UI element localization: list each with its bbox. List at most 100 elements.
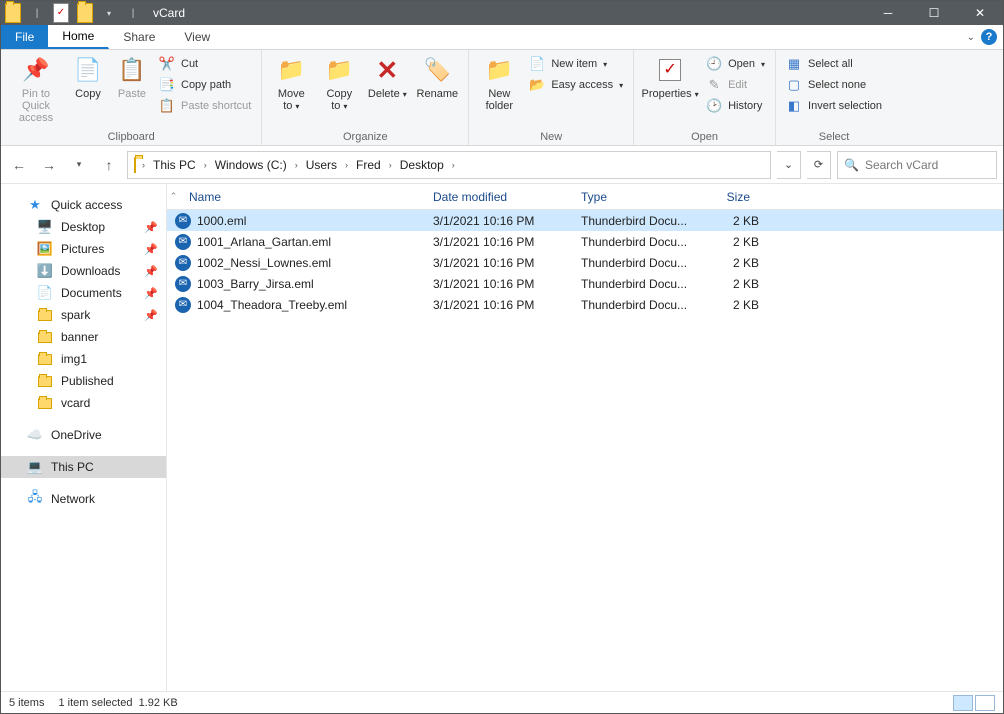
nav-documents[interactable]: 📄Documents📌 xyxy=(1,282,166,304)
file-date: 3/1/2021 10:16 PM xyxy=(433,256,581,270)
properties-button[interactable]: ✓ Properties▾ xyxy=(640,52,700,102)
chev-0[interactable]: › xyxy=(202,160,209,170)
search-input[interactable]: 🔍 Search vCard xyxy=(837,151,997,179)
help-button[interactable]: ? xyxy=(981,29,997,45)
maximize-button[interactable]: ☐ xyxy=(911,1,957,25)
minimize-button[interactable]: ─ xyxy=(865,1,911,25)
paste-shortcut-button[interactable]: 📋Paste shortcut xyxy=(155,96,255,116)
tab-home[interactable]: Home xyxy=(48,25,109,49)
tab-file[interactable]: File xyxy=(1,25,48,49)
nav-thispc[interactable]: 💻This PC xyxy=(1,456,166,478)
nav-banner[interactable]: banner xyxy=(1,326,166,348)
edit-button[interactable]: ✎Edit xyxy=(702,75,769,95)
nav-network[interactable]: 🖧Network xyxy=(1,488,166,510)
root-chevron[interactable]: › xyxy=(140,160,147,170)
downloads-icon: ⬇️ xyxy=(37,263,53,279)
nav-banner-label: banner xyxy=(61,330,98,344)
new-folder-button[interactable]: 📁 New folder xyxy=(475,52,523,114)
pin-icon: 📌 xyxy=(20,54,52,86)
address-dropdown[interactable]: ⌄ xyxy=(777,151,801,179)
delete-label: Delete▾ xyxy=(368,88,407,100)
paste-button[interactable]: 📋 Paste xyxy=(111,52,153,102)
file-row[interactable]: ✉1000.eml3/1/2021 10:16 PMThunderbird Do… xyxy=(167,210,1003,231)
tab-share[interactable]: Share xyxy=(109,25,170,49)
nav-published[interactable]: Published xyxy=(1,370,166,392)
new-folder-icon: 📁 xyxy=(483,54,515,86)
crumb-drive[interactable]: Windows (C:) xyxy=(209,152,293,178)
close-button[interactable]: ✕ xyxy=(957,1,1003,25)
open-group-label: Open xyxy=(634,130,775,145)
tab-view[interactable]: View xyxy=(170,25,225,49)
paste-shortcut-icon: 📋 xyxy=(159,98,175,114)
cut-button[interactable]: ✂️Cut xyxy=(155,54,255,74)
recent-caret[interactable]: ▾ xyxy=(67,153,91,177)
pin-to-quick-access-button[interactable]: 📌 Pin to Quick access xyxy=(7,52,65,126)
crumb-thispc[interactable]: This PC xyxy=(147,152,202,178)
collapse-ribbon-caret[interactable]: ⌄ xyxy=(967,32,975,43)
new-item-button[interactable]: 📄New item ▾ xyxy=(525,54,627,74)
nav-desktop[interactable]: 🖥️Desktop📌 xyxy=(1,216,166,238)
ribbon-group-clipboard: 📌 Pin to Quick access 📄 Copy 📋 Paste ✂️C… xyxy=(1,50,262,145)
nav-spark[interactable]: spark📌 xyxy=(1,304,166,326)
crumb-desktop[interactable]: Desktop xyxy=(394,152,450,178)
file-date: 3/1/2021 10:16 PM xyxy=(433,235,581,249)
file-type: Thunderbird Docu... xyxy=(581,298,697,312)
copy-path-icon: 📑 xyxy=(159,77,175,93)
move-to-button[interactable]: 📁 Move to▾ xyxy=(268,52,314,114)
chev-3[interactable]: › xyxy=(387,160,394,170)
up-button[interactable]: ↑ xyxy=(97,153,121,177)
chev-1[interactable]: › xyxy=(293,160,300,170)
large-icons-view-button[interactable] xyxy=(975,695,995,711)
copy-path-button[interactable]: 📑Copy path xyxy=(155,75,255,95)
qat-newfolder-icon[interactable] xyxy=(75,3,95,23)
nav-vcard[interactable]: vcard xyxy=(1,392,166,414)
select-all-button[interactable]: ▦Select all xyxy=(782,54,886,74)
ribbon: 📌 Pin to Quick access 📄 Copy 📋 Paste ✂️C… xyxy=(1,50,1003,146)
refresh-button[interactable]: ⟳ xyxy=(807,151,831,179)
crumb-users[interactable]: Users xyxy=(300,152,343,178)
address-bar[interactable]: › This PC› Windows (C:)› Users› Fred› De… xyxy=(127,151,771,179)
qat-properties-checkbox[interactable]: ✓ xyxy=(51,3,71,23)
delete-button[interactable]: ✕ Delete▾ xyxy=(364,52,410,102)
file-type: Thunderbird Docu... xyxy=(581,256,697,270)
crumb-fred[interactable]: Fred xyxy=(350,152,387,178)
rename-button[interactable]: 🏷️ Rename xyxy=(412,52,462,102)
column-date[interactable]: Date modified xyxy=(425,184,573,209)
file-row[interactable]: ✉1002_Nessi_Lownes.eml3/1/2021 10:16 PMT… xyxy=(167,252,1003,273)
select-none-button[interactable]: ▢Select none xyxy=(782,75,886,95)
easy-access-button[interactable]: 📂Easy access ▾ xyxy=(525,75,627,95)
new-group-label: New xyxy=(469,130,633,145)
file-row[interactable]: ✉1001_Arlana_Gartan.eml3/1/2021 10:16 PM… xyxy=(167,231,1003,252)
copy-button[interactable]: 📄 Copy xyxy=(67,52,109,102)
nav-onedrive[interactable]: ☁️OneDrive xyxy=(1,424,166,446)
nav-img1[interactable]: img1 xyxy=(1,348,166,370)
back-button[interactable]: ← xyxy=(7,153,31,177)
file-size: 2 KB xyxy=(697,214,767,228)
scissors-icon: ✂️ xyxy=(159,56,175,72)
history-button[interactable]: 🕑History xyxy=(702,96,769,116)
open-button[interactable]: 🕘Open ▾ xyxy=(702,54,769,74)
file-row[interactable]: ✉1004_Theadora_Treeby.eml3/1/2021 10:16 … xyxy=(167,294,1003,315)
forward-button[interactable]: → xyxy=(37,153,61,177)
ribbon-group-new: 📁 New folder 📄New item ▾ 📂Easy access ▾ … xyxy=(469,50,634,145)
file-name: 1002_Nessi_Lownes.eml xyxy=(197,256,331,270)
easy-access-label: Easy access xyxy=(551,79,613,91)
chev-2[interactable]: › xyxy=(343,160,350,170)
column-size[interactable]: Size xyxy=(689,184,759,209)
file-row[interactable]: ✉1003_Barry_Jirsa.eml3/1/2021 10:16 PMTh… xyxy=(167,273,1003,294)
nav-quick-access[interactable]: ★Quick access xyxy=(1,194,166,216)
nav-downloads[interactable]: ⬇️Downloads📌 xyxy=(1,260,166,282)
invert-selection-button[interactable]: ◧Invert selection xyxy=(782,96,886,116)
edit-icon: ✎ xyxy=(706,77,722,93)
thunderbird-icon: ✉ xyxy=(175,234,191,250)
file-date: 3/1/2021 10:16 PM xyxy=(433,298,581,312)
details-view-button[interactable] xyxy=(953,695,973,711)
column-type[interactable]: Type xyxy=(573,184,689,209)
sort-indicator[interactable]: ⌃ xyxy=(167,184,181,209)
chev-4[interactable]: › xyxy=(450,160,457,170)
qat-customize-caret[interactable]: ▾ xyxy=(99,3,119,23)
column-name[interactable]: Name xyxy=(181,184,425,209)
copy-to-button[interactable]: 📁 Copy to▾ xyxy=(316,52,362,114)
nav-pictures[interactable]: 🖼️Pictures📌 xyxy=(1,238,166,260)
qat-folder-icon[interactable] xyxy=(3,3,23,23)
